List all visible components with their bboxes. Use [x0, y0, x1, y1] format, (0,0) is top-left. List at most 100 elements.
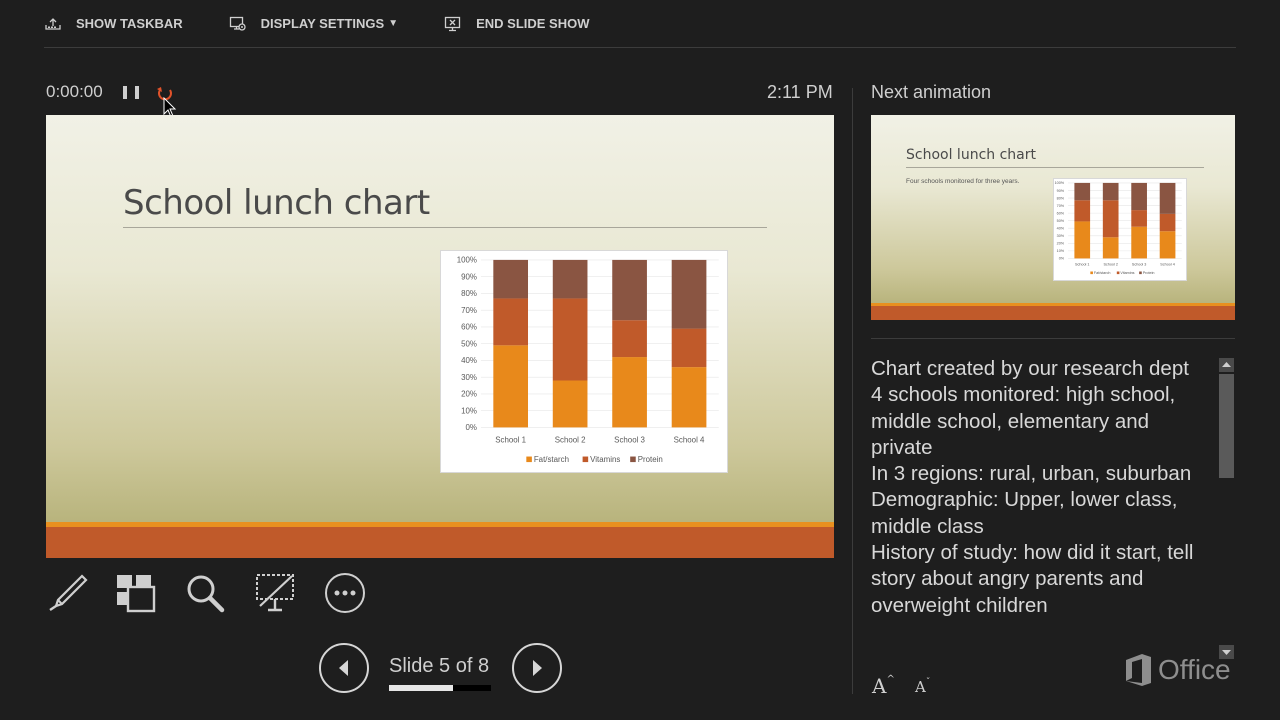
bar-segment [1074, 182, 1091, 201]
y-tick-label: 100% [457, 256, 477, 265]
y-tick-label: 50% [1057, 219, 1065, 223]
speaker-notes[interactable]: Chart created by our research dept 4 sch… [871, 356, 1211, 662]
legend-swatch [630, 456, 636, 463]
y-tick-label: 20% [1057, 242, 1065, 246]
previous-slide-button[interactable] [319, 643, 369, 693]
taskbar-icon [45, 17, 61, 30]
bar-segment [612, 320, 647, 358]
slides-grid-icon[interactable] [114, 572, 156, 614]
pause-icon-bar [135, 86, 139, 99]
y-tick-label: 30% [1057, 234, 1065, 238]
increase-caret: ^ [886, 674, 895, 685]
bar-segment [671, 328, 707, 368]
end-slide-show-button[interactable]: END SLIDE SHOW [444, 0, 590, 48]
slide-counter[interactable]: Slide 5 of 8 [389, 655, 489, 678]
display-settings-button[interactable]: DISPLAY SETTINGS ▼ [229, 0, 398, 48]
legend-swatch [526, 456, 532, 463]
x-tick-label: School 3 [614, 435, 645, 444]
office-brand: Office [1124, 653, 1231, 687]
bar-segment [552, 298, 588, 381]
bar-segment [671, 367, 707, 428]
y-tick-label: 30% [461, 373, 477, 382]
slide-title: School lunch chart [123, 183, 430, 223]
bar-segment [1131, 210, 1147, 227]
show-taskbar-label: SHOW TASKBAR [76, 16, 183, 31]
bar-segment [1074, 221, 1091, 259]
next-slide-title: School lunch chart [906, 147, 1036, 163]
bar-segment [612, 357, 647, 428]
increase-font-button[interactable]: A^ [872, 674, 895, 698]
bar-segment [552, 380, 588, 428]
y-tick-label: 50% [461, 339, 477, 348]
y-tick-label: 80% [461, 289, 477, 298]
notes-line: Chart created by our research dept [871, 357, 1189, 380]
bar-segment [1159, 231, 1176, 259]
show-taskbar-button[interactable]: SHOW TASKBAR [44, 0, 183, 48]
legend-label: Vitamins [1120, 271, 1134, 275]
bar-segment [1159, 182, 1176, 214]
black-screen-icon[interactable] [254, 572, 296, 614]
y-tick-label: 40% [461, 356, 477, 365]
decrease-font-button[interactable]: Aˇ [915, 678, 930, 696]
bar-segment [1102, 237, 1119, 259]
bar-segment [671, 259, 707, 329]
notes-line: In 3 regions: rural, urban, suburban [871, 462, 1192, 486]
bar-segment [552, 259, 588, 299]
slide-footer-band [46, 527, 834, 558]
slide-progress-fill [389, 685, 453, 691]
x-tick-label: School 2 [555, 435, 586, 444]
stacked-bar-chart: 0% 10% 20% 30% 40% 50% 60% 70% 80% 90% 100% School … [440, 250, 728, 473]
slide-progress-bar [389, 685, 491, 691]
office-brand-text: Office [1158, 654, 1231, 685]
notes-line: 4 schools monitored: high school, middle… [871, 383, 1176, 459]
display-settings-icon [229, 16, 246, 31]
bar-segment [1074, 200, 1091, 222]
legend-swatch [1116, 271, 1120, 275]
bar-segment [493, 345, 529, 428]
y-tick-label: 60% [461, 323, 477, 332]
current-slide[interactable]: School lunch chart 0% 10% 20% 30% 40% 50% 60% 7… [46, 115, 834, 558]
current-time: 2:11 PM [767, 82, 833, 102]
top-toolbar: SHOW TASKBAR DISPLAY SETTINGS ▼ END SLID… [44, 0, 1236, 48]
x-tick-label: School 1 [1075, 263, 1089, 267]
bar-segment [493, 259, 529, 299]
next-slide-subtitle: Four schools monitored for three years. [906, 178, 1020, 185]
notes-scrollbar-thumb[interactable] [1219, 374, 1234, 478]
next-slide-button[interactable] [512, 643, 562, 693]
y-tick-label: 90% [1057, 189, 1065, 193]
y-tick-label: 70% [1057, 204, 1065, 208]
legend-label: Fat/starch [1094, 271, 1111, 275]
decrease-font-icon: A [915, 678, 926, 696]
notes-scroll-up[interactable] [1219, 358, 1234, 372]
display-settings-label: DISPLAY SETTINGS [260, 16, 385, 31]
previous-icon [339, 660, 348, 676]
legend-label: Protein [638, 455, 663, 464]
legend-label: Fat/starch [534, 455, 569, 464]
next-slide-title-underline [906, 167, 1204, 168]
bar-segment [1131, 182, 1147, 211]
more-options-icon[interactable] [324, 572, 366, 614]
y-tick-label: 20% [461, 390, 477, 399]
bar-segment [1131, 226, 1147, 259]
y-tick-label: 10% [1057, 249, 1065, 253]
panel-divider[interactable] [852, 88, 853, 694]
bar-segment [612, 259, 647, 321]
end-show-icon [444, 16, 461, 31]
end-slide-show-label: END SLIDE SHOW [476, 16, 590, 31]
pause-timer-button[interactable] [123, 84, 139, 102]
next-slide-preview[interactable]: School lunch chart Four schools monitore… [871, 115, 1235, 320]
bar-segment [493, 298, 529, 346]
pen-icon[interactable] [46, 572, 88, 614]
y-tick-label: 70% [461, 306, 477, 315]
scroll-up-icon [1222, 362, 1231, 367]
y-tick-label: 80% [1057, 196, 1065, 200]
next-animation-label: Next animation [871, 82, 992, 102]
notes-line: History of study: how did it start, tell… [871, 541, 1194, 617]
notes-divider [871, 338, 1235, 339]
zoom-icon[interactable] [184, 572, 226, 614]
chevron-down-icon: ▼ [388, 18, 399, 29]
x-tick-label: School 4 [674, 435, 705, 444]
legend-label: Vitamins [590, 455, 620, 464]
next-slide-footer-band [871, 306, 1235, 320]
y-tick-label: 90% [461, 272, 477, 281]
